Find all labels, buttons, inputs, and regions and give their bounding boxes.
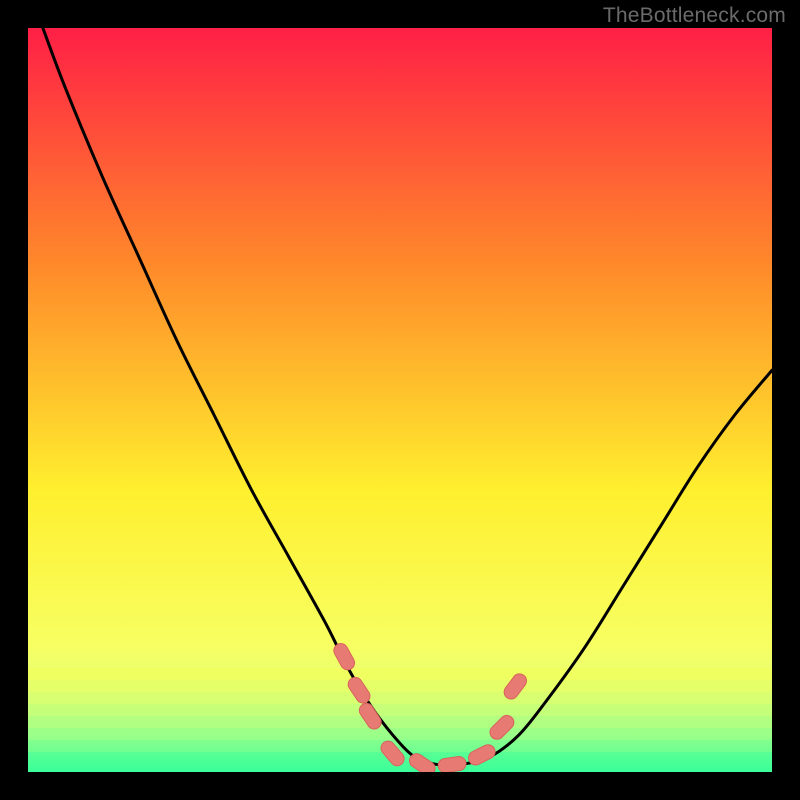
chart-svg: [28, 28, 772, 772]
gradient-background: [28, 28, 772, 772]
attribution-label: TheBottleneck.com: [603, 4, 786, 28]
